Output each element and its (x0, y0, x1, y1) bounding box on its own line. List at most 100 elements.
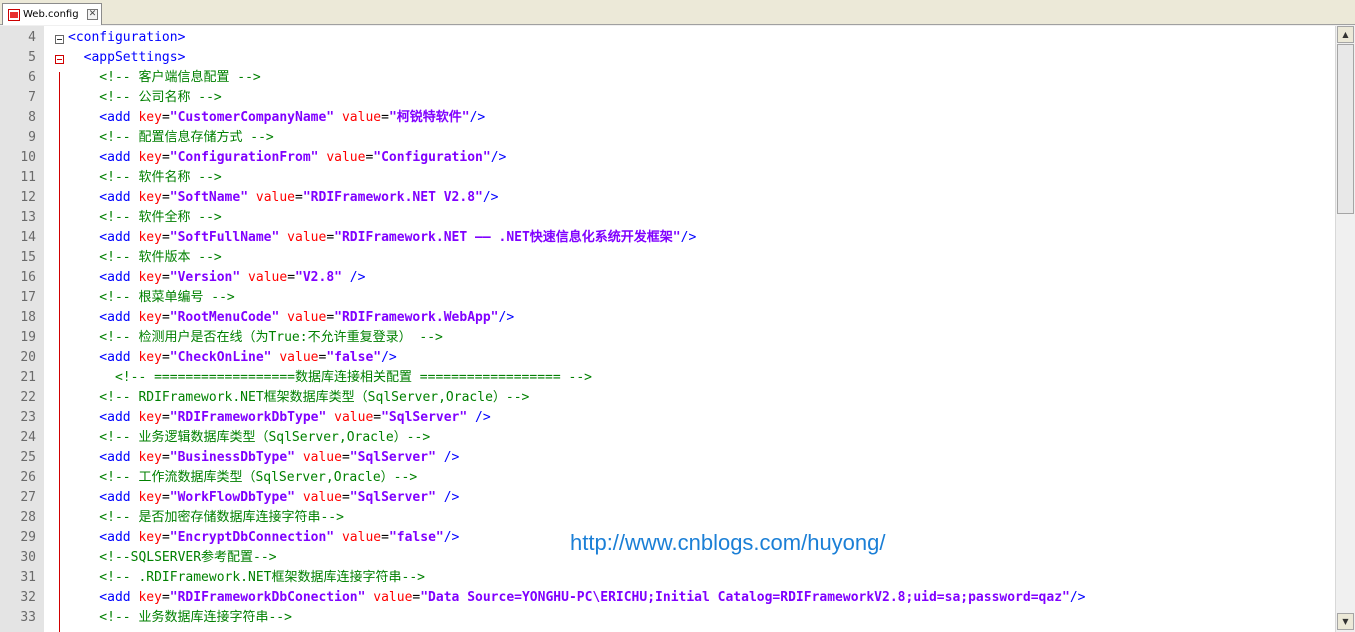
code-line[interactable]: 26 <!-- 工作流数据库类型（SqlServer,Oracle）--> (0, 468, 1335, 488)
line-number: 24 (20, 430, 36, 445)
scroll-thumb[interactable] (1337, 44, 1354, 214)
token-cmt: <!-- 软件版本 --> (68, 250, 222, 265)
code-line[interactable]: 24 <!-- 业务逻辑数据库类型（SqlServer,Oracle）--> (0, 428, 1335, 448)
token-eq: = (326, 310, 335, 325)
line-number: 33 (20, 610, 36, 625)
code-line[interactable]: 6 <!-- 客户端信息配置 --> (0, 68, 1335, 88)
line-number: 20 (20, 350, 36, 365)
code-text: <!-- ==================数据库连接相关配置 =======… (68, 368, 592, 388)
line-number: 7 (28, 90, 36, 105)
token-tag (248, 190, 256, 205)
token-attr: value (302, 450, 342, 465)
code-text: <!-- 软件名称 --> (68, 168, 222, 188)
code-line[interactable]: 10 <add key="ConfigurationFrom" value="C… (0, 148, 1335, 168)
line-number: 5 (28, 50, 36, 65)
code-text: <!-- 业务逻辑数据库类型（SqlServer,Oracle）--> (68, 428, 430, 448)
token-attr: value (287, 230, 327, 245)
token-attr: key (138, 190, 162, 205)
line-number: 11 (20, 170, 36, 185)
close-icon[interactable]: ✕ (87, 9, 98, 20)
token-attr: value (279, 350, 319, 365)
token-cmt: <!-- 软件名称 --> (68, 170, 222, 185)
token-val: "BusinessDbType" (169, 450, 295, 465)
code-text: <!-- 配置信息存储方式 --> (68, 128, 273, 148)
code-line[interactable]: 4 <configuration> (0, 28, 1335, 48)
line-number: 12 (20, 190, 36, 205)
code-editor[interactable]: 4 <configuration> 5 <appSettings> 6 <!-- 客户… (0, 26, 1335, 632)
code-line[interactable]: 11 <!-- 软件名称 --> (0, 168, 1335, 188)
code-text: <!-- 工作流数据库类型（SqlServer,Oracle）--> (68, 468, 417, 488)
token-tag: /> (435, 490, 460, 505)
token-eq: = (381, 110, 389, 125)
token-val: "RDIFrameworkDbType" (169, 410, 327, 425)
token-attr: value (287, 310, 327, 325)
token-eq: = (161, 110, 170, 125)
token-val: "Version" (169, 270, 241, 285)
token-eq: = (161, 410, 170, 425)
code-line[interactable]: 14 <add key="SoftFullName" value="RDIFra… (0, 228, 1335, 248)
code-line[interactable]: 33 <!-- 业务数据库连接字符串--> (0, 608, 1335, 628)
code-line[interactable]: 5 <appSettings> (0, 48, 1335, 68)
token-attr: key (138, 530, 162, 545)
code-text: <add key="Version" value="V2.8" /> (68, 268, 365, 288)
code-line[interactable]: 21 <!-- ==================数据库连接相关配置 ====… (0, 368, 1335, 388)
token-eq: = (295, 190, 303, 205)
token-cmt: <!-- 软件全称 --> (68, 210, 222, 225)
line-number: 8 (28, 110, 36, 125)
token-tag: <appSettings> (68, 50, 186, 65)
vertical-scrollbar[interactable]: ▲ ▼ (1335, 26, 1355, 632)
token-attr: value (373, 590, 413, 605)
token-val: "V2.8" (295, 270, 342, 285)
code-text: <add key="ConfigurationFrom" value="Conf… (68, 148, 506, 168)
code-line[interactable]: 9 <!-- 配置信息存储方式 --> (0, 128, 1335, 148)
scroll-down-icon[interactable]: ▼ (1337, 613, 1354, 630)
scroll-up-icon[interactable]: ▲ (1337, 26, 1354, 43)
line-number: 31 (20, 570, 36, 585)
token-attr: value (341, 530, 382, 545)
code-line[interactable]: 31 <!-- .RDIFramework.NET框架数据库连接字符串--> (0, 568, 1335, 588)
token-attr: key (138, 350, 162, 365)
code-text: <!--SQLSERVER参考配置--> (68, 548, 277, 568)
code-line[interactable]: 28 <!-- 是否加密存储数据库连接字符串--> (0, 508, 1335, 528)
token-eq: = (161, 490, 170, 505)
code-text: <!-- 客户端信息配置 --> (68, 68, 260, 88)
line-number: 17 (20, 290, 36, 305)
token-tag: <configuration> (68, 30, 186, 45)
token-val: "SoftFullName" (169, 230, 280, 245)
code-line[interactable]: 16 <add key="Version" value="V2.8" /> (0, 268, 1335, 288)
token-attr: key (138, 490, 162, 505)
token-val: "WorkFlowDbType" (169, 490, 295, 505)
code-line[interactable]: 32 <add key="RDIFrameworkDbConection" va… (0, 588, 1335, 608)
tab-web-config[interactable]: Web.config ✕ (2, 3, 102, 25)
code-line[interactable]: 25 <add key="BusinessDbType" value="SqlS… (0, 448, 1335, 468)
token-tag (326, 410, 334, 425)
file-icon (8, 8, 20, 21)
code-line[interactable]: 12 <add key="SoftName" value="RDIFramewo… (0, 188, 1335, 208)
token-tag (334, 110, 342, 125)
token-attr: key (138, 270, 162, 285)
code-line[interactable]: 7 <!-- 公司名称 --> (0, 88, 1335, 108)
token-cmt: <!--SQLSERVER参考配置--> (68, 550, 277, 565)
code-text: <!-- 是否加密存储数据库连接字符串--> (68, 508, 344, 528)
code-line[interactable]: 20 <add key="CheckOnLine" value="false"/… (0, 348, 1335, 368)
code-line[interactable]: 17 <!-- 根菜单编号 --> (0, 288, 1335, 308)
code-text: <!-- .RDIFramework.NET框架数据库连接字符串--> (68, 568, 425, 588)
code-line[interactable]: 19 <!-- 检测用户是否在线（为True:不允许重复登录） --> (0, 328, 1335, 348)
code-line[interactable]: 18 <add key="RootMenuCode" value="RDIFra… (0, 308, 1335, 328)
code-line[interactable]: 15 <!-- 软件版本 --> (0, 248, 1335, 268)
token-val: "SqlServer" (349, 450, 436, 465)
line-number: 19 (20, 330, 36, 345)
code-text: <!-- 检测用户是否在线（为True:不允许重复登录） --> (68, 328, 443, 348)
code-line[interactable]: 22 <!-- RDIFramework.NET框架数据库类型（SqlServe… (0, 388, 1335, 408)
code-line[interactable]: 23 <add key="RDIFrameworkDbType" value="… (0, 408, 1335, 428)
line-number: 13 (20, 210, 36, 225)
code-text: <!-- RDIFramework.NET框架数据库类型（SqlServer,O… (68, 388, 529, 408)
code-text: <add key="RDIFrameworkDbType" value="Sql… (68, 408, 490, 428)
code-text: <!-- 业务数据库连接字符串--> (68, 608, 292, 628)
token-attr: key (138, 110, 162, 125)
code-line[interactable]: 8 <add key="CustomerCompanyName" value="… (0, 108, 1335, 128)
code-text: <add key="BusinessDbType" value="SqlServ… (68, 448, 459, 468)
token-tag: <add (68, 410, 139, 425)
code-line[interactable]: 27 <add key="WorkFlowDbType" value="SqlS… (0, 488, 1335, 508)
code-line[interactable]: 13 <!-- 软件全称 --> (0, 208, 1335, 228)
